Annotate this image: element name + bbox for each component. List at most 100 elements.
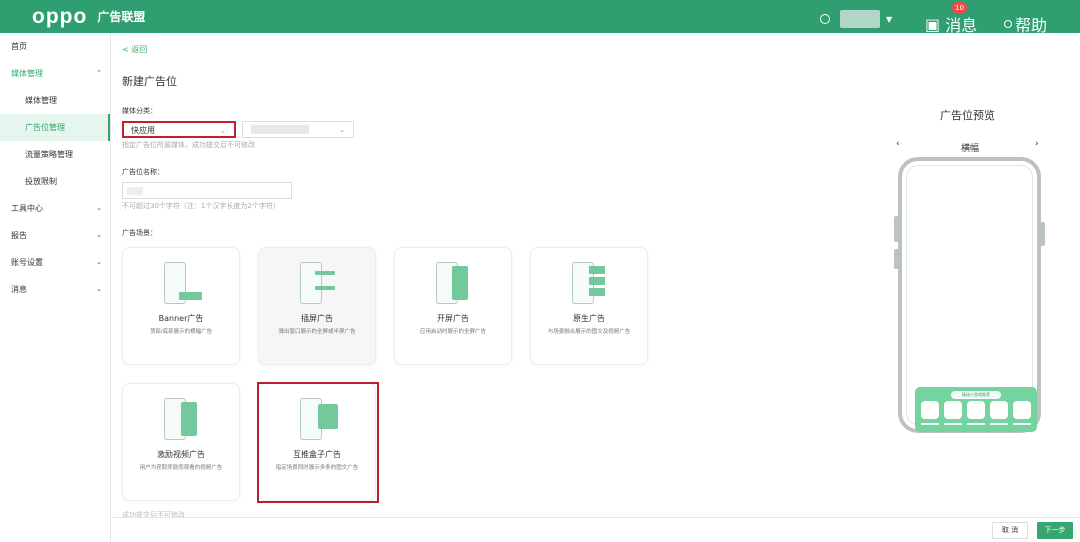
card-title: Banner广告 <box>158 314 204 323</box>
sidebar-subitem-media-management[interactable]: 媒体管理 <box>0 87 110 114</box>
help-icon <box>1004 20 1012 28</box>
chevron-down-icon: ⌄ <box>339 126 345 134</box>
phone-side-button <box>1040 222 1045 246</box>
interstitial-ad-icon <box>300 262 322 304</box>
sidebar-subitem-ad-slot-management[interactable]: 广告位管理 <box>0 114 110 141</box>
card-title: 原生广告 <box>573 314 605 323</box>
preview-item <box>990 401 1008 419</box>
sidebar-item-label: 媒体管理 <box>11 69 43 78</box>
chevron-left-icon[interactable]: ‹ <box>896 139 900 149</box>
preview-item <box>921 401 939 419</box>
next-step-button[interactable]: 下一步 <box>1037 522 1073 539</box>
oppo-logo: oppo <box>32 4 88 28</box>
preview-item <box>944 401 962 419</box>
native-ad-block-one <box>589 266 605 274</box>
phone-preview: 精选小游戏推荐 <box>894 157 1045 433</box>
preview-item-line <box>967 423 985 425</box>
rewarded-video-screen <box>181 402 197 436</box>
blurred-input-value <box>127 187 143 195</box>
sidebar-item-messages[interactable]: 消息 ⌄ <box>0 276 110 303</box>
preview-panel-label: 精选小游戏推荐 <box>951 391 1001 399</box>
ad-slot-name-hint: 不可超过30个字符（注：1个汉字长度为2个字符） <box>122 202 280 210</box>
recommendation-preview-panel: 精选小游戏推荐 <box>915 387 1037 432</box>
card-description: 顶部/底部展示的横幅广告 <box>149 329 213 335</box>
interstitial-ad-card[interactable]: 插屏广告 弹出窗口展示的全屏或半屏广告 <box>258 247 376 365</box>
ad-preview-title: 广告位预览 <box>940 109 995 122</box>
sidebar-item-label: 消息 <box>11 285 27 294</box>
preview-item <box>967 401 985 419</box>
card-title: 激励视频广告 <box>157 450 205 459</box>
sidebar-item-label: 账号设置 <box>11 258 43 267</box>
preview-item-line <box>990 423 1008 425</box>
chevron-down-icon: ⌄ <box>96 285 102 293</box>
user-icon <box>820 14 830 24</box>
chevron-down-icon: ▼ <box>886 14 893 24</box>
card-description: 应用启动时展示的全屏广告 <box>419 329 486 335</box>
ad-scene-label: 广告场景： <box>122 229 157 237</box>
interstitial-top-bar <box>315 271 335 275</box>
messages-label: 消息 <box>945 16 978 35</box>
splash-ad-screen <box>452 266 468 300</box>
native-ad-card[interactable]: 原生广告 与场景融合展示的图文及视频广告 <box>530 247 648 365</box>
rewarded-video-ad-card[interactable]: 激励视频广告 用户为获取奖励而观看的视频广告 <box>122 383 240 501</box>
ad-scene-cards: Banner广告 顶部/底部展示的横幅广告 插屏广告 弹出窗口展示的全屏或半屏广… <box>122 247 682 523</box>
preview-item <box>1013 401 1031 419</box>
ad-slot-name-label: 广告位名称： <box>122 168 164 176</box>
blurred-user-name <box>840 10 880 28</box>
chevron-up-icon: ⌃ <box>96 69 102 77</box>
phone-screen: 精选小游戏推荐 <box>906 165 1037 432</box>
preview-item-line <box>944 423 962 425</box>
splash-ad-card[interactable]: 开屏广告 应用启动时展示的全屏广告 <box>394 247 512 365</box>
chevron-right-icon[interactable]: › <box>1035 139 1039 149</box>
sidebar-item-label: 投放限制 <box>25 177 57 186</box>
main-content: < 返回 新建广告位 媒体分类： 快应用 ⌄ ⌄ 指定广告位所属媒体，成功提交后… <box>122 44 892 503</box>
chevron-down-icon: ⌄ <box>96 204 102 212</box>
help-label: 帮助 <box>1015 16 1048 35</box>
sidebar-item-label: 广告位管理 <box>25 123 65 132</box>
preview-type-label: 横幅 <box>961 144 980 154</box>
back-link[interactable]: < 返回 <box>122 44 892 55</box>
sidebar-item-reports[interactable]: 报告 ⌄ <box>0 222 110 249</box>
sidebar-item-label: 媒体管理 <box>25 96 57 105</box>
messages-button[interactable]: ▣ 消息 10 <box>925 2 978 36</box>
sidebar-item-home[interactable]: 首页 <box>0 33 110 60</box>
ad-slot-name-input[interactable] <box>122 182 292 199</box>
selected-card-outline <box>257 382 379 503</box>
media-category-select[interactable]: 快应用 ⌄ <box>122 121 236 138</box>
card-title: 开屏广告 <box>437 314 469 323</box>
message-icon: ▣ <box>925 14 946 34</box>
sidebar-item-media-management[interactable]: 媒体管理 ⌃ <box>0 60 110 87</box>
page-title: 新建广告位 <box>122 75 177 88</box>
sidebar-item-label: 报告 <box>11 231 27 240</box>
sidebar-item-label: 工具中心 <box>11 204 43 213</box>
media-select[interactable]: ⌄ <box>242 121 354 138</box>
card-description: 弹出窗口展示的全屏或半屏广告 <box>278 329 356 335</box>
help-button[interactable]: 帮助 <box>1004 12 1047 36</box>
media-category-hint: 指定广告位所属媒体，成功提交后不可修改 <box>122 141 255 149</box>
media-category-selects: 快应用 ⌄ ⌄ <box>122 121 892 138</box>
native-ad-block-two <box>589 277 605 285</box>
sidebar-item-tools[interactable]: 工具中心 ⌄ <box>0 195 110 222</box>
chevron-down-icon: ⌄ <box>96 258 102 266</box>
preview-item-line <box>921 423 939 425</box>
message-count-badge: 10 <box>952 2 967 14</box>
sidebar-subitem-delivery-limit[interactable]: 投放限制 <box>0 168 110 195</box>
ad-alliance-title: 广告联盟 <box>97 10 146 24</box>
banner-ad-card[interactable]: Banner广告 顶部/底部展示的横幅广告 <box>122 247 240 365</box>
card-description: 用户为获取奖励而观看的视频广告 <box>139 465 223 471</box>
sidebar-item-label: 流量策略管理 <box>25 150 73 159</box>
interstitial-bottom-bar <box>315 286 335 290</box>
native-ad-block-three <box>589 288 605 296</box>
sidebar-item-account-settings[interactable]: 账号设置 ⌄ <box>0 249 110 276</box>
blurred-media-value <box>251 125 309 134</box>
banner-ad-bar-icon <box>179 292 202 300</box>
sidebar-subitem-traffic-strategy[interactable]: 流量策略管理 <box>0 141 110 168</box>
chevron-down-icon: ⌄ <box>96 231 102 239</box>
chevron-down-icon: ⌄ <box>220 127 226 135</box>
media-category-label: 媒体分类： <box>122 107 157 115</box>
action-footer: 取 消 下一步 <box>112 517 1080 542</box>
card-title: 插屏广告 <box>301 314 333 323</box>
card-description: 与场景融合展示的图文及视频广告 <box>547 329 631 335</box>
cancel-button[interactable]: 取 消 <box>992 522 1028 539</box>
user-menu[interactable]: ▼ <box>820 10 892 28</box>
